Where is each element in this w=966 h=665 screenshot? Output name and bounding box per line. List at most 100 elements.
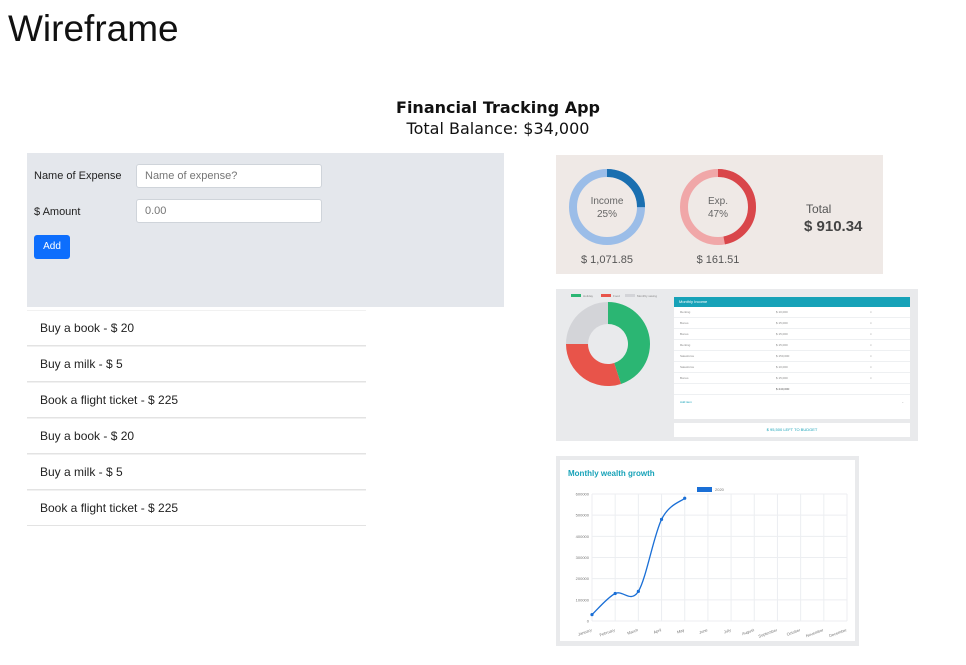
row-name: Bonus — [680, 376, 689, 380]
legend-swatch — [697, 487, 712, 492]
table-row[interactable]: Salesforce $ 10,000 × — [674, 362, 910, 373]
x-tick-label: May — [676, 627, 685, 634]
expense-name-label: Name of Expense — [34, 170, 122, 182]
y-tick-label: 0 — [587, 619, 590, 624]
add-item-row[interactable]: Add item ⌄ — [674, 395, 910, 409]
table-row[interactable]: Bonus $ 15,000 × — [674, 329, 910, 340]
row-name: Renting — [680, 310, 691, 314]
data-point — [636, 589, 640, 593]
data-point — [659, 517, 664, 521]
y-tick-label: 400000 — [576, 534, 590, 539]
data-point — [613, 591, 617, 596]
summary-card: Income 25% Exp. 47% $ 1,071.85 $ 161.51 … — [556, 155, 883, 274]
expense-percent: 47% — [707, 209, 728, 220]
wireframe-title: Wireframe — [8, 8, 179, 49]
remove-icon[interactable]: × — [870, 351, 872, 362]
list-item[interactable]: Book a flight ticket - $ 225 — [27, 490, 366, 526]
total-value: $ 910.34 — [804, 218, 863, 235]
list-item[interactable]: Buy a milk - $ 5 — [27, 346, 366, 382]
total-label: Total — [806, 202, 832, 216]
legend-label: Holiday — [583, 294, 594, 298]
monthly-income-total-row: $ 240,000 — [674, 384, 910, 395]
x-tick-label: November — [805, 627, 825, 638]
x-tick-label: March — [627, 627, 639, 636]
chevron-down-icon[interactable]: ⌄ — [901, 395, 904, 409]
row-value: $ 150,000 — [776, 354, 790, 358]
row-value: $ 15,000 — [776, 343, 788, 347]
app-heading: Financial Tracking App Total Balance: $3… — [300, 98, 696, 140]
expense-name-input[interactable] — [136, 164, 322, 188]
monthly-income-table: Monthly Income Renting $ 10,000 × Bonus $ 15… — [674, 297, 910, 419]
x-tick-label: July — [723, 627, 731, 634]
add-item-link[interactable]: Add item — [680, 395, 692, 409]
list-item[interactable]: Buy a book - $ 20 — [27, 310, 366, 346]
list-item[interactable]: Buy a book - $ 20 — [27, 418, 366, 454]
add-button[interactable]: Add — [34, 235, 70, 259]
x-tick-label: December — [828, 627, 848, 638]
income-label: Income 25% — [582, 195, 632, 221]
x-tick-label: October — [786, 627, 802, 637]
monthly-income-total: $ 240,000 — [776, 387, 790, 391]
expense-list: Buy a book - $ 20 Buy a milk - $ 5 Book … — [27, 310, 366, 526]
monthly-income-rows: Renting $ 10,000 × Bonus $ 15,000 × Bonus $ 15,… — [674, 307, 910, 384]
y-tick-label: 600000 — [576, 492, 590, 497]
income-label-text: Income — [590, 196, 624, 207]
x-tick-label: January — [577, 627, 592, 637]
pie-slice — [566, 302, 608, 344]
y-tick-label: 200000 — [576, 576, 590, 581]
y-tick-label: 500000 — [576, 513, 590, 518]
data-point — [683, 496, 687, 500]
remove-icon[interactable]: × — [870, 307, 872, 318]
row-value: $ 15,000 — [776, 376, 788, 380]
row-value: $ 10,000 — [776, 365, 788, 369]
table-row[interactable]: Salesforce $ 150,000 × — [674, 351, 910, 362]
row-name: Bonus — [680, 332, 689, 336]
wealth-growth-card: Monthly wealth growth 0 100000 200000 30000… — [556, 456, 859, 646]
y-tick-label: 100000 — [576, 597, 590, 602]
amount-input[interactable] — [136, 199, 322, 223]
legend-label: Food — [613, 294, 620, 298]
table-row[interactable]: Bonus $ 15,000 × — [674, 318, 910, 329]
wealth-growth-chart: 0 100000 200000 300000 400000 500000 600000 Jan… — [576, 487, 848, 639]
row-name: Salesforce — [680, 365, 695, 369]
remove-icon[interactable]: × — [870, 362, 872, 373]
pie-slices — [566, 302, 650, 386]
list-item[interactable]: Book a flight ticket - $ 225 — [27, 382, 366, 418]
table-row[interactable]: Renting $ 10,000 × — [674, 307, 910, 318]
table-row[interactable]: Bonus $ 15,000 × — [674, 373, 910, 384]
legend-label: Monthly saving — [637, 294, 657, 298]
pie-legend: Holiday Food Monthly saving — [571, 294, 657, 298]
list-item[interactable]: Buy a milk - $ 5 — [27, 454, 366, 490]
x-tick-label: September — [758, 627, 779, 639]
data-point — [590, 613, 594, 617]
left-to-budget: $ 95,500 LEFT TO BUDGET — [674, 423, 910, 437]
total-balance: Total Balance: $34,000 — [406, 119, 590, 138]
x-tick-label: April — [653, 627, 662, 634]
monthly-income-card: Holiday Food Monthly saving Monthly Income… — [556, 289, 918, 441]
expense-label-text: Exp. — [707, 196, 728, 207]
remove-icon[interactable]: × — [870, 373, 872, 384]
amount-label: $ Amount — [34, 206, 81, 218]
row-name: Renting — [680, 343, 691, 347]
remove-icon[interactable]: × — [870, 329, 872, 340]
wealth-growth-panel: Monthly wealth growth 0 100000 200000 30000… — [560, 460, 855, 641]
row-name: Bonus — [680, 321, 689, 325]
remove-icon[interactable]: × — [870, 318, 872, 329]
row-value: $ 10,000 — [776, 310, 788, 314]
row-value: $ 15,000 — [776, 321, 788, 325]
legend-label: 2020 — [715, 487, 725, 492]
x-tick-label: June — [698, 627, 709, 635]
y-tick-label: 300000 — [576, 555, 590, 560]
expense-form: Name of Expense $ Amount Add — [27, 153, 504, 307]
monthly-income-pie: Holiday Food Monthly saving — [566, 294, 657, 386]
pie-slice — [566, 344, 621, 386]
expense-label: Exp. 47% — [693, 195, 743, 221]
remove-icon[interactable]: × — [870, 340, 872, 351]
row-value: $ 15,000 — [776, 332, 788, 336]
monthly-income-header: Monthly Income — [674, 297, 910, 307]
legend-swatch — [601, 294, 611, 297]
table-row[interactable]: Renting $ 15,000 × — [674, 340, 910, 351]
row-name: Salesforce — [680, 354, 695, 358]
income-amount: $ 1,071.85 — [581, 254, 633, 266]
x-tick-label: August — [741, 627, 755, 636]
